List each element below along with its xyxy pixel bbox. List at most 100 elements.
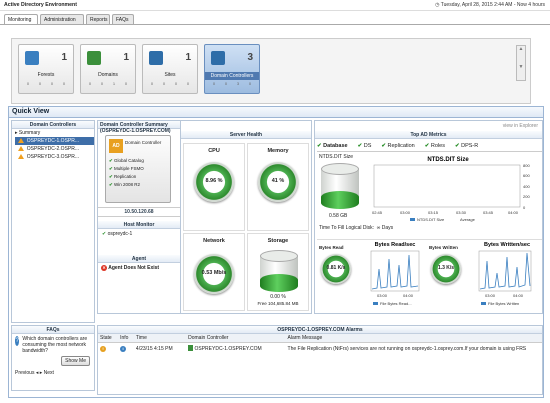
ad-icon: AD bbox=[109, 139, 123, 153]
ad-metrics-panel: view in Explorer Top AD Metrics ✔ Databa… bbox=[314, 120, 543, 314]
error-icon: ✕ bbox=[101, 265, 107, 271]
col-message[interactable]: Alarm Message bbox=[285, 334, 542, 343]
col-info[interactable]: Info bbox=[118, 334, 134, 343]
info-icon: i bbox=[120, 345, 127, 352]
host-name[interactable]: ospreydc-1 bbox=[108, 231, 133, 237]
chart-title: NTDS.DIT Size bbox=[427, 157, 469, 163]
x-tick: 03:15 bbox=[428, 210, 439, 215]
chart-title: Bytes Read/sec bbox=[375, 242, 416, 248]
dc-card: AD Domain Controller ✔ Global Catalog ✔ … bbox=[105, 135, 171, 203]
col-time[interactable]: Time bbox=[133, 334, 187, 343]
next-link[interactable]: Next bbox=[44, 370, 54, 376]
bytes-read-chart: Bytes Read/sec 03:00 04:00 File Bytes Re… bbox=[370, 242, 420, 306]
x-tick: 04:00 bbox=[513, 293, 524, 298]
network-tile: Network 0.53 Mb/s bbox=[183, 233, 245, 311]
tab-administration[interactable]: Administration bbox=[40, 14, 84, 24]
dc-roles: ✔ Global Catalog ✔ Multiple FSMO ✔ Repli… bbox=[109, 158, 144, 187]
tree-summary[interactable]: ▸ Summary bbox=[15, 129, 94, 137]
date-range[interactable]: ◷ Tuesday, April 28, 2015 2:44 AM - Now … bbox=[435, 2, 545, 8]
dc-summary-panel: Domain Controller Summary (OSPREYDC-1.OS… bbox=[97, 120, 180, 314]
tab-faqs[interactable]: FAQs bbox=[112, 14, 134, 24]
domain-controllers-panel: Domain Controllers ▸ Summary OSPREYDC-1.… bbox=[11, 120, 95, 323]
card-forests[interactable]: 1 Forests 0000 bbox=[18, 44, 74, 94]
x-tick: 03:30 bbox=[456, 210, 467, 215]
legend-swatch bbox=[410, 218, 415, 221]
card-sites[interactable]: 1 Sites 0000 bbox=[142, 44, 198, 94]
legend-label: File Bytes Written bbox=[488, 301, 519, 306]
agent-status: Agent Does Not Exist bbox=[108, 265, 160, 271]
alarms-panel: OSPREYDC-1.OSPREY.COM Alarms State Info … bbox=[97, 325, 543, 395]
tab-reports[interactable]: Reports bbox=[86, 14, 110, 24]
app-title: Active Directory Environment bbox=[4, 2, 77, 8]
x-tick: 03:00 bbox=[400, 210, 411, 215]
panel-title: Domain Controllers bbox=[12, 121, 94, 129]
card-label: Sites bbox=[164, 72, 176, 78]
card-label: Domain Controllers bbox=[205, 72, 259, 80]
card-stats: 0030 bbox=[212, 81, 252, 86]
memory-gauge: 41 % bbox=[258, 162, 298, 202]
object-cards: 1 Forests 0000 1 Domains 0010 1 Sites 00… bbox=[11, 38, 531, 104]
quick-view: Quick View Domain Controllers ▸ Summary … bbox=[8, 106, 544, 398]
warning-icon bbox=[17, 138, 24, 143]
card-domain-controllers[interactable]: 3 Domain Controllers 0030 bbox=[204, 44, 260, 94]
x-tick: 03:00 bbox=[377, 293, 388, 298]
tab-ds[interactable]: ✔ DS bbox=[358, 143, 372, 151]
tab-replication[interactable]: ✔ Replication bbox=[381, 143, 414, 151]
sites-icon bbox=[149, 51, 163, 65]
quick-view-title: Quick View bbox=[9, 107, 543, 118]
show-me-button[interactable]: Show Me bbox=[61, 356, 90, 366]
question-icon: ? bbox=[15, 336, 20, 346]
view-in-explorer-link[interactable]: view in Explorer bbox=[503, 123, 538, 129]
x-tick: 03:00 bbox=[485, 293, 496, 298]
table-row[interactable]: ! i 4/23/15 4:15 PM OSPREYDC-1.OSPREY.CO… bbox=[98, 343, 542, 355]
warning-icon bbox=[17, 146, 24, 151]
bytes-written-chart: Bytes Written/sec 03:00 04:00 File Bytes… bbox=[478, 242, 532, 306]
alarms-table: State Info Time Domain Controller Alarm … bbox=[98, 334, 542, 354]
network-gauge: 0.53 Mb/s bbox=[194, 254, 234, 294]
metric-tabs: ✔ Database ✔ DS ✔ Replication ✔ Roles ✔ … bbox=[317, 143, 542, 152]
y-tick: 0 bbox=[523, 205, 526, 210]
legend-label: NTDS.DIT Size bbox=[417, 217, 445, 222]
storage-tile: Storage 0.00 % Free 104,685.84 MB bbox=[247, 233, 309, 311]
tree-item-dc3[interactable]: OSPREYDC-3.OSPR... bbox=[15, 153, 94, 161]
faqs-panel: FAQs ? Which domain controllers are cons… bbox=[11, 325, 95, 391]
chart-title: Bytes Written/sec bbox=[484, 242, 530, 248]
previous-link[interactable]: Previous bbox=[15, 370, 34, 376]
x-tick: 04:00 bbox=[508, 210, 519, 215]
ntds-cylinder bbox=[321, 163, 359, 209]
tree-item-dc1[interactable]: OSPREYDC-1.OSPR... bbox=[15, 137, 94, 145]
col-state[interactable]: State bbox=[98, 334, 119, 343]
card-label: Domains bbox=[98, 72, 118, 78]
y-tick: 400 bbox=[523, 184, 530, 189]
dc-ip: 10.50.120.68 bbox=[98, 207, 180, 217]
panel-title: FAQs bbox=[12, 326, 94, 334]
tab-database[interactable]: ✔ Database bbox=[317, 143, 348, 151]
y-tick: 600 bbox=[523, 173, 530, 178]
domain-icon bbox=[87, 51, 101, 65]
tab-dps[interactable]: ✔ DPS-R bbox=[455, 143, 478, 151]
cards-scroll[interactable]: ▲ ▼ bbox=[516, 45, 526, 81]
host-monitor-panel: Host Monitor ✔ ospreydc-1 bbox=[98, 221, 180, 251]
cpu-gauge: 8.96 % bbox=[194, 162, 234, 202]
tree-item-dc2[interactable]: OSPREYDC-2.OSPR... bbox=[15, 145, 94, 153]
x-tick: 02:45 bbox=[372, 210, 383, 215]
card-stats: 0000 bbox=[150, 81, 190, 86]
x-tick: 03:45 bbox=[483, 210, 494, 215]
card-stats: 0010 bbox=[88, 81, 128, 86]
panel-title: Top AD Metrics bbox=[315, 131, 542, 139]
host-icon: ✔ bbox=[102, 231, 107, 237]
faq-question: Which domain controllers are consuming t… bbox=[22, 336, 88, 354]
storage-cylinder bbox=[260, 250, 298, 292]
legend-label: Average bbox=[460, 217, 476, 222]
cpu-tile: CPU 8.96 % bbox=[183, 143, 245, 231]
server-icon bbox=[188, 345, 194, 351]
agent-panel: Agent ✕ Agent Does Not Exist bbox=[98, 255, 180, 285]
server-health-panel: Server Health CPU 8.96 % Memory 41 % Net… bbox=[180, 120, 312, 314]
panel-title: OSPREYDC-1.OSPREY.COM Alarms bbox=[98, 326, 542, 334]
tab-roles[interactable]: ✔ Roles bbox=[425, 143, 445, 151]
col-dc[interactable]: Domain Controller bbox=[186, 334, 286, 343]
card-domains[interactable]: 1 Domains 0010 bbox=[80, 44, 136, 94]
ntds-size-chart: NTDS.DIT Size 800 600 400 200 0 02:45 03… bbox=[372, 157, 530, 222]
bytes-read-gauge: 0.81 K/s bbox=[321, 254, 351, 284]
legend-label: File Bytes Read... bbox=[380, 301, 412, 306]
